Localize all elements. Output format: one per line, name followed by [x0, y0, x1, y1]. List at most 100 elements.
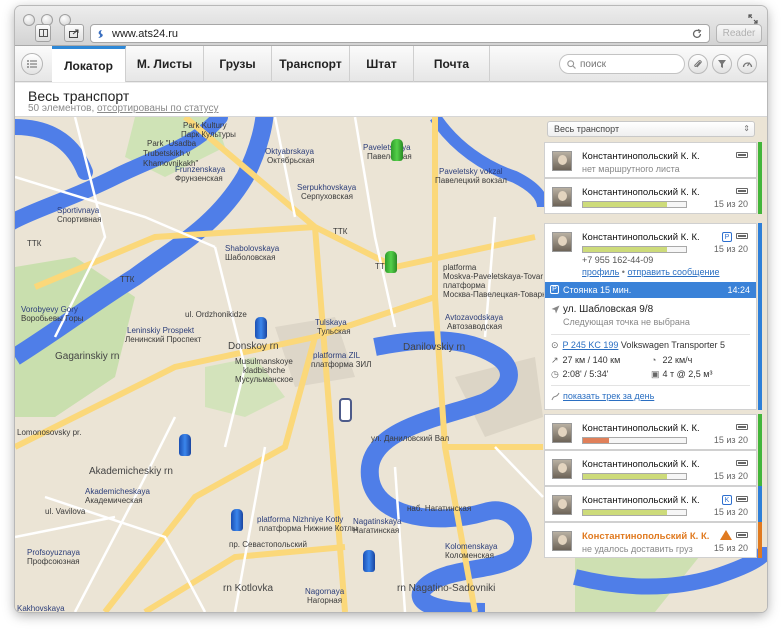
vehicle-card[interactable]: Константинопольский К. К. нет маршрутног… [544, 142, 762, 178]
vehicle-marker-blue[interactable] [255, 317, 267, 339]
map-label: Profsoyuznaya [27, 548, 80, 557]
card-links: профиль • отправить сообщение [582, 267, 719, 277]
search-input[interactable] [580, 58, 670, 70]
vehicle-info: ⊙ P 245 KC 199 Volkswagen Transporter 5 [551, 340, 725, 351]
page-subtitle: 50 элементов, отсортированы по статусу [28, 103, 219, 114]
battery-icon [736, 152, 748, 158]
map-label: Leninskiy Prospekt [127, 326, 195, 335]
tab-staff[interactable]: Штат [350, 46, 414, 82]
vehicle-card[interactable]: Константинопольский К. К. 15 из 20 [544, 178, 762, 214]
map-label: Воробьевы Горы [21, 314, 84, 323]
tab-transport[interactable]: Транспорт [272, 46, 350, 82]
driver-name: Константинопольский К. К. [582, 423, 700, 434]
vehicle-card[interactable]: Константинопольский К. К. 15 из 20 K [544, 486, 762, 522]
distance-row: ↗ 27 км / 140 км [551, 355, 620, 366]
status-accent [758, 142, 762, 178]
clock-icon: ◷ [551, 369, 559, 379]
status-accent [758, 522, 762, 558]
reader-button[interactable]: Reader [716, 24, 762, 43]
speed-value: 22 км/ч [662, 355, 693, 365]
speedometer-icon: ◔ [651, 355, 657, 365]
share-button[interactable] [64, 24, 84, 42]
link-separator: • [621, 267, 625, 277]
status-accent [758, 223, 762, 410]
vehicle-marker-green[interactable] [391, 139, 403, 161]
map-label: платформа [443, 281, 486, 290]
site-favicon-icon [98, 29, 103, 38]
vehicle-card[interactable]: Константинопольский К. К. не удалось дос… [544, 522, 762, 558]
main-menu-button[interactable] [21, 53, 43, 75]
route-count: 15 из 20 [713, 435, 748, 445]
reload-icon[interactable] [691, 28, 703, 40]
track-icon [551, 392, 560, 401]
attach-button[interactable] [688, 54, 708, 74]
sidebar-toggle-button[interactable] [35, 24, 51, 42]
license-plate-link[interactable]: P 245 KC 199 [563, 340, 619, 350]
speed-gauge-button[interactable] [737, 54, 757, 74]
map-label: пр. Севастопольский [229, 540, 307, 549]
map-label: platforma [443, 263, 477, 272]
vehicle-marker-blue[interactable] [179, 434, 191, 456]
vehicle-marker-green[interactable] [385, 251, 397, 273]
sort-link[interactable]: отсортированы по статусу [97, 103, 219, 114]
driver-name: Константинопольский К. К. [582, 531, 710, 542]
map-label: Nagornaya [305, 587, 345, 596]
map-label: Paveletsky vokzal [439, 167, 503, 176]
vehicle-marker-blue[interactable] [231, 509, 243, 531]
map-label: Vorobyevy Gory [21, 305, 78, 314]
map-label: ТТК [120, 275, 135, 284]
map-label: Автозаводская [447, 322, 503, 331]
vehicle-card-expanded[interactable]: Константинопольский К. К. 15 из 20 P +7 … [544, 223, 762, 410]
driver-name: Константинопольский К. К. [582, 459, 700, 470]
battery-icon [736, 188, 748, 194]
selected-vehicle-icon[interactable] [339, 398, 352, 422]
parking-badge-icon: P [722, 232, 732, 242]
steering-wheel-icon: ⊙ [551, 340, 559, 350]
map-label: platforma Nizhniye Kotly [257, 515, 344, 524]
map-label: Шаболовская [225, 253, 276, 262]
app-header: Локатор М. Листы Грузы Транспорт Штат По… [15, 46, 767, 82]
map-label: Академическая [85, 496, 143, 505]
send-message-link[interactable]: отправить сообщение [627, 267, 719, 277]
card-status: не удалось доставить груз [582, 544, 693, 554]
map-label: Парк Культуры [181, 130, 236, 139]
map-label: ul. Ordzhonikidze [185, 310, 247, 319]
main-tabs: Локатор М. Листы Грузы Транспорт Штат По… [52, 46, 490, 82]
location-arrow-icon [551, 305, 560, 314]
avatar [552, 187, 572, 207]
warning-icon [720, 530, 732, 540]
address-bar[interactable]: www.ats24.ru [90, 24, 710, 43]
map-label: Москва-Павелецкая-Товарная [443, 290, 556, 299]
vehicle-card[interactable]: Константинопольский К. К. 15 из 20 [544, 450, 762, 486]
time-row: ◷ 2:08' / 5:34' [551, 369, 609, 380]
map-label: Moskva-Paveletskaya-Tovar [443, 272, 544, 281]
map-label: Нагорная [307, 596, 343, 605]
battery-icon [736, 233, 748, 239]
map-label: Musulmanskoye [235, 357, 293, 366]
updown-arrow-icon: ⇕ [743, 124, 750, 133]
filter-button[interactable] [712, 54, 732, 74]
map-label: Октябрьская [267, 156, 315, 165]
tab-locator[interactable]: Локатор [52, 46, 126, 82]
map-label: kladbishche [243, 366, 286, 375]
map-label: Donskoy rn [228, 341, 279, 352]
transport-filter-select[interactable]: Весь транспорт ⇕ [547, 121, 755, 137]
filter-label: Весь транспорт [554, 124, 620, 134]
tab-route-sheets[interactable]: М. Листы [126, 46, 204, 82]
map-label: Профсоюзная [27, 557, 80, 566]
show-track-link[interactable]: показать трек за день [563, 391, 654, 401]
avatar [552, 531, 572, 551]
map-label: Paveletskaya [363, 143, 411, 152]
route-count: 15 из 20 [713, 507, 748, 517]
battery-icon [736, 496, 748, 502]
vehicle-card[interactable]: Константинопольский К. К. 15 из 20 [544, 414, 762, 450]
map-label: наб. Нагатинская [407, 504, 472, 513]
close-window-button[interactable] [23, 14, 35, 26]
next-point: Следующая точка не выбрана [563, 317, 690, 327]
profile-link[interactable]: профиль [582, 267, 619, 277]
vehicle-marker-blue[interactable] [363, 550, 375, 572]
tab-cargo[interactable]: Грузы [204, 46, 272, 82]
route-count: 15 из 20 [713, 244, 748, 254]
tab-mail[interactable]: Почта [414, 46, 490, 82]
element-count: 50 элементов, [28, 103, 95, 114]
